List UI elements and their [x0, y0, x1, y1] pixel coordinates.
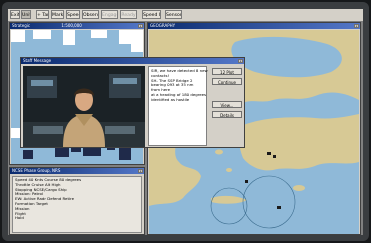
toolbar-units-button[interactable]: Units	[21, 10, 31, 19]
toolbar-target-button[interactable]: + Tar	[36, 10, 49, 19]
unit-info-close-button[interactable]: x	[138, 169, 143, 173]
strategic-close-button[interactable]: x	[138, 24, 143, 28]
game-screen: Exit Units + Tar Mark Speed Observe Enga…	[8, 9, 363, 235]
toolbar-mark-button[interactable]: Mark	[51, 10, 64, 19]
map-window-title-text: GEOGRAPHY	[150, 23, 176, 28]
plot-button[interactable]: 12 Plot	[212, 68, 242, 75]
toolbar-speed-in-button[interactable]: Speed In	[142, 10, 161, 19]
staff-message-title-text: Staff Message	[23, 58, 52, 63]
staff-message-close-button[interactable]: x	[238, 59, 243, 63]
unit-info-title: NCSE Phase Group, NRS	[10, 168, 144, 174]
staff-message-title: Staff Message	[21, 58, 244, 64]
officer-portrait	[23, 66, 145, 147]
details-button[interactable]: Details	[212, 111, 242, 118]
unit-info-body: Speed 40 Knts Course 80 degrees Throttle…	[12, 176, 142, 233]
mdi-workspace: Strategic 1:500,000 x GEOGRAPHY x Staff …	[8, 22, 363, 235]
device-bezel: Exit Units + Tar Mark Speed Observe Enga…	[2, 2, 369, 241]
strategic-window-title-text: Strategic	[12, 23, 31, 28]
view-button[interactable]: View...	[212, 101, 242, 108]
unit-info-title-text: NCSE Phase Group, NRS	[12, 168, 61, 173]
toolbar-ready-button[interactable]: Ready	[120, 10, 137, 19]
toolbar-speed-button[interactable]: Speed	[66, 10, 80, 19]
main-toolbar: Exit Units + Tar Mark Speed Observe Enga…	[8, 9, 363, 22]
staff-message-text-panel: SIR, we have detected 8 new contacts! SH…	[148, 66, 208, 146]
unit-info-line-9: Hold	[15, 215, 24, 221]
strategic-scale-label: 1:500,000	[61, 23, 82, 28]
toolbar-sensors-button[interactable]: Sensors	[165, 10, 182, 19]
continue-button[interactable]: Continue	[212, 78, 242, 85]
message-line-8: identified as hostile	[151, 96, 190, 102]
unit-info-panel[interactable]: NCSE Phase Group, NRS x Speed 40 Knts Co…	[9, 167, 145, 235]
map-close-button[interactable]: x	[354, 24, 359, 28]
toolbar-exit-button[interactable]: Exit	[10, 10, 20, 19]
toolbar-observe-button[interactable]: Observe	[82, 10, 99, 19]
staff-message-dialog[interactable]: Staff Message x SIR, we have detected 8 …	[20, 57, 245, 148]
strategic-window-title: Strategic 1:500,000	[10, 23, 144, 29]
toolbar-engage-button[interactable]: Engage	[101, 10, 118, 19]
map-window-title: GEOGRAPHY	[148, 23, 360, 29]
